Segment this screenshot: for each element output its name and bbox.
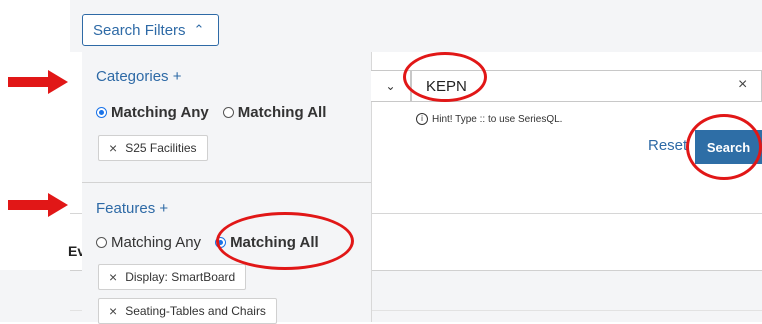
hint-text: Hint! Type :: to use SeriesQL. xyxy=(432,113,563,125)
features-matching-any-radio[interactable] xyxy=(96,237,107,248)
search-filters-button[interactable]: Search Filters ⌃ xyxy=(82,14,219,46)
reset-link[interactable]: Reset xyxy=(648,137,687,154)
categories-match-options: Matching Any Matching All xyxy=(96,104,340,121)
features-matching-any-label[interactable]: Matching Any xyxy=(111,234,201,251)
arrow-annotation-icon xyxy=(8,70,68,94)
categories-matching-all-label[interactable]: Matching All xyxy=(238,104,327,121)
seriesql-hint: i Hint! Type :: to use SeriesQL. xyxy=(416,113,562,125)
remove-chip-icon[interactable]: × xyxy=(109,269,117,285)
categories-matching-any-radio[interactable] xyxy=(96,107,107,118)
category-chip: × S25 Facilities xyxy=(98,135,208,161)
chip-label: S25 Facilities xyxy=(125,141,197,155)
categories-title[interactable]: Categories + xyxy=(96,68,181,85)
filters-panel: Categories + Matching Any Matching All ×… xyxy=(82,52,372,324)
info-icon: i xyxy=(416,113,428,125)
highlight-circle xyxy=(216,212,354,270)
highlight-circle xyxy=(403,52,487,102)
chevron-down-icon: ⌄ xyxy=(385,79,396,93)
remove-chip-icon[interactable]: × xyxy=(109,303,117,319)
categories-matching-any-label[interactable]: Matching Any xyxy=(111,104,209,121)
arrow-annotation-icon xyxy=(8,193,68,217)
feature-chip: × Seating-Tables and Chairs xyxy=(98,298,277,324)
features-title[interactable]: Features + xyxy=(96,200,168,217)
chevron-up-icon: ⌃ xyxy=(193,22,205,37)
remove-chip-icon[interactable]: × xyxy=(109,140,117,156)
highlight-circle xyxy=(686,114,762,180)
chip-label: Seating-Tables and Chairs xyxy=(125,304,266,318)
feature-chip: × Display: SmartBoard xyxy=(98,264,247,290)
categories-matching-all-radio[interactable] xyxy=(222,107,234,118)
clear-icon[interactable]: × xyxy=(738,76,747,94)
search-filters-label: Search Filters xyxy=(93,21,186,39)
panel-divider xyxy=(82,182,371,183)
chip-label: Display: SmartBoard xyxy=(125,270,236,284)
